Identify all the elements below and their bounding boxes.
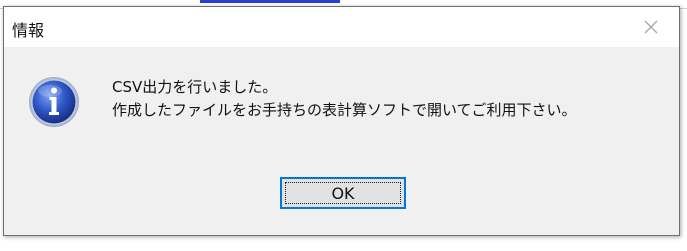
dialog-title: 情報 xyxy=(12,21,45,40)
close-icon xyxy=(644,20,658,34)
background-selection xyxy=(200,0,340,3)
information-icon xyxy=(29,77,79,127)
close-button[interactable] xyxy=(631,11,671,43)
message-line-1: CSV出力を行いました。 xyxy=(112,78,278,96)
ok-button[interactable]: OK xyxy=(280,177,406,209)
focus-ring xyxy=(285,182,401,204)
message-line-2: 作成したファイルをお手持ちの表計算ソフトで開いてご利用下さい。 xyxy=(112,101,577,119)
dialog-message: CSV出力を行いました。 作成したファイルをお手持ちの表計算ソフトで開いてご利用… xyxy=(112,76,577,122)
dialog-title-bar[interactable]: 情報 xyxy=(4,7,679,47)
info-dialog: 情報 CSV出力を行いました。 作成したファイルをお手持ちの表計算ソフトで開いて… xyxy=(3,6,680,236)
background-status xyxy=(0,236,687,251)
